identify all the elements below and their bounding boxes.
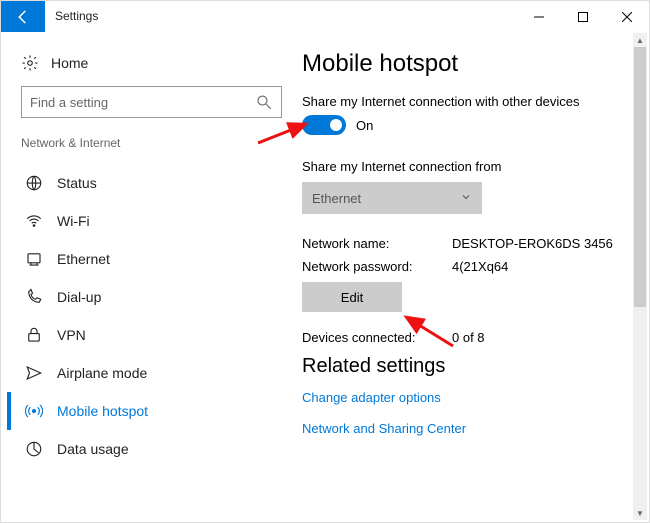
sidebar-item-label: Airplane mode xyxy=(57,365,147,381)
status-icon xyxy=(25,174,43,192)
page-title: Mobile hotspot xyxy=(302,50,637,78)
devices-connected-value: 0 of 8 xyxy=(452,330,485,345)
ethernet-icon xyxy=(25,250,43,268)
related-settings-heading: Related settings xyxy=(302,355,637,378)
network-password-label: Network password: xyxy=(302,259,452,274)
toggle-knob xyxy=(330,119,342,131)
sidebar-home[interactable]: Home xyxy=(7,48,296,86)
gear-icon xyxy=(21,54,39,72)
sidebar-home-label: Home xyxy=(51,55,88,71)
sidebar-item-label: Mobile hotspot xyxy=(57,403,148,419)
toggle-state-label: On xyxy=(356,118,373,133)
sidebar-item-label: VPN xyxy=(57,327,86,343)
sidebar-item-label: Ethernet xyxy=(57,251,110,267)
chevron-down-icon xyxy=(460,191,472,206)
sidebar-item-label: Dial-up xyxy=(57,289,101,305)
link-adapter-options[interactable]: Change adapter options xyxy=(302,390,637,405)
sidebar-item-hotspot[interactable]: Mobile hotspot xyxy=(7,392,296,430)
network-name-label: Network name: xyxy=(302,236,452,251)
sidebar-item-label: Status xyxy=(57,175,97,191)
scroll-down-arrow[interactable]: ▼ xyxy=(633,506,647,520)
window-title: Settings xyxy=(45,1,517,32)
share-from-select[interactable]: Ethernet xyxy=(302,182,482,214)
sidebar: Home Find a setting Network & Internet S… xyxy=(1,32,296,522)
sidebar-item-vpn[interactable]: VPN xyxy=(7,316,296,354)
sidebar-item-dialup[interactable]: Dial-up xyxy=(7,278,296,316)
share-from-value: Ethernet xyxy=(312,191,361,206)
airplane-icon xyxy=(25,364,43,382)
datausage-icon xyxy=(25,440,43,458)
sidebar-item-airplane[interactable]: Airplane mode xyxy=(7,354,296,392)
network-name-value: DESKTOP-EROK6DS 3456 xyxy=(452,236,613,251)
sidebar-item-label: Data usage xyxy=(57,441,129,457)
scroll-up-arrow[interactable]: ▲ xyxy=(633,33,647,47)
sidebar-category: Network & Internet xyxy=(7,136,296,164)
main-panel: Mobile hotspot Share my Internet connect… xyxy=(296,32,649,522)
search-icon xyxy=(255,93,273,111)
maximize-button[interactable] xyxy=(561,1,605,32)
share-from-label: Share my Internet connection from xyxy=(302,159,637,174)
scroll-thumb[interactable] xyxy=(634,47,646,307)
vpn-icon xyxy=(25,326,43,344)
minimize-button[interactable] xyxy=(517,1,561,32)
sidebar-item-wifi[interactable]: Wi-Fi xyxy=(7,202,296,240)
devices-connected-label: Devices connected: xyxy=(302,330,452,345)
search-placeholder: Find a setting xyxy=(30,95,108,110)
dialup-icon xyxy=(25,288,43,306)
edit-button[interactable]: Edit xyxy=(302,282,402,312)
sidebar-item-label: Wi-Fi xyxy=(57,213,90,229)
hotspot-toggle[interactable] xyxy=(302,115,346,135)
sidebar-item-datausage[interactable]: Data usage xyxy=(7,430,296,468)
share-description: Share my Internet connection with other … xyxy=(302,94,637,109)
search-input[interactable]: Find a setting xyxy=(21,86,282,118)
network-password-value: 4(21Xq64 xyxy=(452,259,508,274)
link-sharing-center[interactable]: Network and Sharing Center xyxy=(302,421,637,436)
hotspot-icon xyxy=(25,402,43,420)
sidebar-item-status[interactable]: Status xyxy=(7,164,296,202)
vertical-scrollbar[interactable]: ▲ ▼ xyxy=(633,33,647,520)
back-button[interactable] xyxy=(1,1,45,32)
edit-button-label: Edit xyxy=(341,290,363,305)
close-button[interactable] xyxy=(605,1,649,32)
wifi-icon xyxy=(25,212,43,230)
sidebar-item-ethernet[interactable]: Ethernet xyxy=(7,240,296,278)
